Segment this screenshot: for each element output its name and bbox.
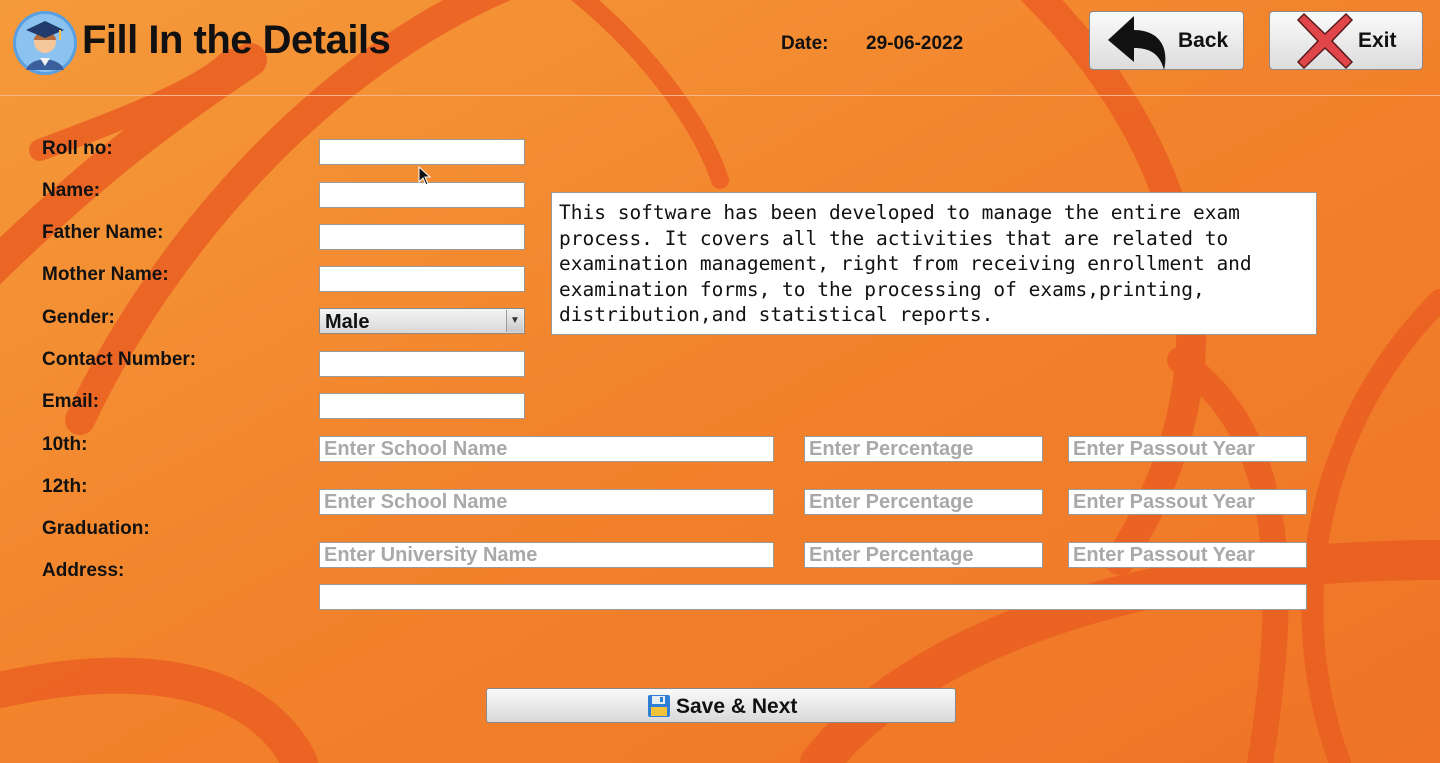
address-label: Address: — [42, 560, 125, 581]
tenth-school-input[interactable] — [319, 436, 774, 462]
description-textarea[interactable]: This software has been developed to mana… — [551, 192, 1317, 335]
mother-name-label: Mother Name: — [42, 264, 169, 285]
graduation-label: Graduation: — [42, 518, 150, 539]
twelfth-school-input[interactable] — [319, 489, 774, 515]
tenth-passout-input[interactable] — [1068, 436, 1307, 462]
graduation-passout-input[interactable] — [1068, 542, 1307, 568]
graduate-avatar-icon — [13, 11, 77, 75]
gender-label: Gender: — [42, 307, 115, 328]
twelfth-percentage-input[interactable] — [804, 489, 1043, 515]
email-label: Email: — [42, 391, 100, 412]
back-button[interactable]: Back — [1089, 11, 1244, 70]
back-label: Back — [1178, 29, 1229, 52]
twelfth-label: 12th: — [42, 476, 88, 497]
red-x-icon — [1296, 12, 1354, 70]
name-label: Name: — [42, 180, 101, 201]
email-input[interactable] — [319, 393, 525, 419]
exit-label: Exit — [1358, 29, 1397, 52]
gender-selected-value: Male — [325, 311, 370, 333]
mother-name-input[interactable] — [319, 266, 525, 292]
roll-no-input[interactable] — [319, 139, 525, 165]
tenth-label: 10th: — [42, 434, 88, 455]
graduation-university-input[interactable] — [319, 542, 774, 568]
graduation-percentage-input[interactable] — [804, 542, 1043, 568]
date-value: 29-06-2022 — [866, 33, 964, 54]
exit-button[interactable]: Exit — [1269, 11, 1423, 70]
back-arrow-icon — [1108, 16, 1166, 70]
date-label: Date: — [781, 33, 829, 54]
tenth-percentage-input[interactable] — [804, 436, 1043, 462]
contact-number-label: Contact Number: — [42, 349, 197, 370]
father-name-input[interactable] — [319, 224, 525, 250]
page-title: Fill In the Details — [82, 18, 391, 62]
chevron-down-icon: ▼ — [506, 310, 523, 332]
save-next-button[interactable]: Save & Next — [486, 688, 956, 723]
father-name-label: Father Name: — [42, 222, 164, 243]
mouse-cursor-icon — [418, 166, 432, 186]
floppy-disk-icon — [648, 695, 670, 717]
address-input[interactable] — [319, 584, 1307, 610]
save-next-label: Save & Next — [676, 695, 798, 718]
swirl-background — [0, 0, 1440, 763]
twelfth-passout-input[interactable] — [1068, 489, 1307, 515]
contact-number-input[interactable] — [319, 351, 525, 377]
gender-select[interactable]: Male ▼ — [319, 308, 525, 334]
roll-no-label: Roll no: — [42, 138, 113, 159]
header-divider — [0, 95, 1440, 96]
